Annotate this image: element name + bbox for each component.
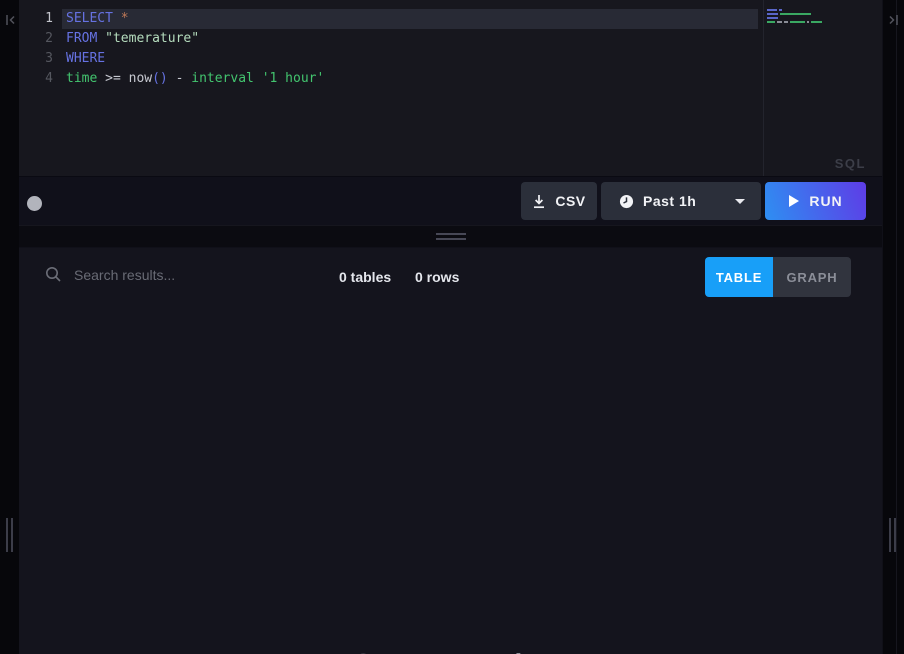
- editor-minimap[interactable]: [767, 9, 877, 25]
- code-line[interactable]: 1SELECT *: [19, 9, 882, 29]
- horizontal-resize-handle[interactable]: [19, 225, 882, 248]
- left-rail: [0, 0, 19, 654]
- chevron-down-icon: [735, 199, 745, 204]
- status-indicator-dot: [27, 196, 42, 211]
- sql-explorer-window: 1SELECT *2FROM "temerature"3WHERE4time >…: [0, 0, 904, 654]
- view-toggle: TABLE GRAPH: [705, 257, 851, 297]
- time-range-label: Past 1h: [643, 193, 696, 209]
- code-line[interactable]: 2FROM "temerature": [19, 29, 882, 49]
- minimap-divider: [763, 0, 764, 176]
- empty-results-heading: Query Results: [19, 648, 882, 654]
- left-panel-drag-handle[interactable]: [4, 518, 14, 552]
- line-number: 4: [19, 69, 53, 89]
- csv-download-button[interactable]: CSV: [521, 182, 597, 220]
- search-icon: [45, 266, 62, 283]
- right-rail: [882, 0, 904, 654]
- code-lines[interactable]: 1SELECT *2FROM "temerature"3WHERE4time >…: [19, 9, 882, 89]
- results-search[interactable]: [45, 266, 305, 283]
- right-rail-divider: [896, 0, 897, 654]
- search-results-input[interactable]: [74, 267, 274, 283]
- results-header: 0 tables 0 rows TABLE GRAPH: [19, 248, 882, 308]
- tab-table[interactable]: TABLE: [705, 257, 773, 297]
- code-line[interactable]: 4time >= now() - interval '1 hour': [19, 69, 882, 89]
- run-button-label: RUN: [809, 193, 842, 209]
- language-badge: SQL: [835, 156, 866, 171]
- tables-count: 0 tables: [339, 269, 391, 285]
- tab-graph[interactable]: GRAPH: [773, 257, 851, 297]
- sql-editor[interactable]: 1SELECT *2FROM "temerature"3WHERE4time >…: [19, 0, 882, 176]
- line-number: 2: [19, 29, 53, 49]
- code-line[interactable]: 3WHERE: [19, 49, 882, 69]
- csv-button-label: CSV: [555, 193, 585, 209]
- line-number: 1: [19, 9, 53, 29]
- download-icon: [532, 194, 546, 209]
- results-pane: 0 tables 0 rows TABLE GRAPH Query Result…: [19, 248, 882, 654]
- run-query-button[interactable]: RUN: [765, 182, 866, 220]
- collapse-right-icon[interactable]: [886, 12, 902, 28]
- query-toolbar: CSV Past 1h RUN: [19, 176, 882, 225]
- line-number: 3: [19, 49, 53, 69]
- play-icon: [788, 194, 800, 208]
- drag-grip-icon: [436, 233, 466, 243]
- right-panel-drag-handle[interactable]: [887, 518, 897, 552]
- rows-count: 0 rows: [415, 269, 459, 285]
- time-range-dropdown[interactable]: Past 1h: [601, 182, 761, 220]
- collapse-left-icon[interactable]: [2, 12, 18, 28]
- clock-icon: [619, 194, 634, 209]
